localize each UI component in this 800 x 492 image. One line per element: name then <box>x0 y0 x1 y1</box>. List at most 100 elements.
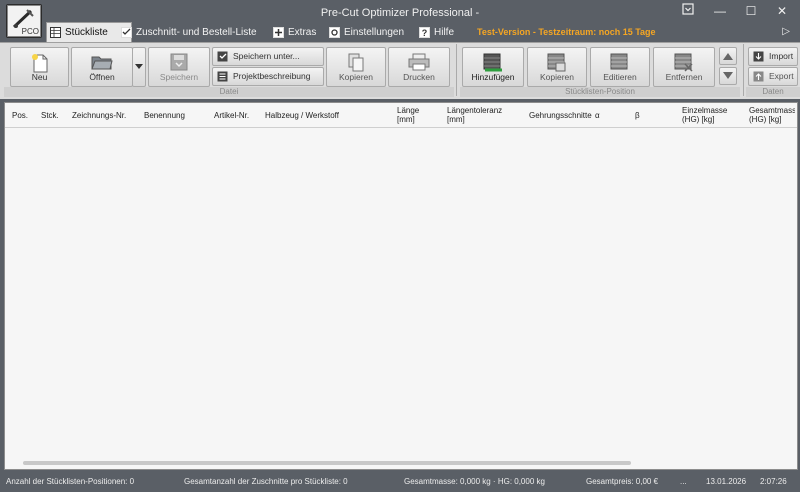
status-mass: Gesamtmasse: 0,000 kg · HG: 0,000 kg <box>404 477 545 486</box>
help-icon: ? <box>419 27 430 38</box>
folder-icon <box>91 56 113 70</box>
document-icon <box>217 71 228 82</box>
move-down-button[interactable] <box>719 67 737 85</box>
new-document-icon <box>31 54 47 73</box>
copy-row-icon <box>547 53 566 72</box>
print-label: Drucken <box>403 72 435 82</box>
dropdown-box-icon <box>682 3 694 15</box>
export-label: Export <box>769 71 794 81</box>
close-button[interactable]: ✕ <box>770 2 794 20</box>
edit-row-icon <box>610 53 628 70</box>
status-positions: Anzahl der Stücklisten-Positionen: 0 <box>6 477 135 486</box>
parts-list-table[interactable]: Pos. Stck. Zeichnungs-Nr. Benennung Arti… <box>4 102 798 470</box>
save-icon <box>170 53 188 71</box>
horizontal-scrollbar[interactable] <box>23 461 631 465</box>
column-header-einzelmasse[interactable]: Einzelmasse (HG) [kg] <box>682 106 744 124</box>
import-icon <box>753 51 764 62</box>
column-header-stck[interactable]: Stck. <box>41 111 59 120</box>
copy-list-label: Kopieren <box>338 72 374 82</box>
column-header-halbzeug-werkstoff[interactable]: Halbzeug / Werkstoff <box>265 111 339 120</box>
print-button[interactable]: Drucken <box>388 47 450 87</box>
save-as-button[interactable]: Speichern unter... <box>212 47 324 66</box>
ribbon-separator <box>456 44 457 96</box>
status-price: Gesamtpreis: 0,00 € <box>586 477 659 486</box>
app-logo-label: PCO <box>21 27 39 36</box>
remove-position-button[interactable]: Entfernen <box>653 47 715 87</box>
window-menu-button[interactable] <box>676 2 700 20</box>
export-icon <box>753 71 764 82</box>
status-time: 2:07:26 <box>760 477 787 486</box>
printer-icon <box>408 53 430 71</box>
checklist-icon <box>121 27 132 38</box>
export-button[interactable]: Export <box>748 67 798 86</box>
column-header-gehrungsschnitte[interactable]: Gehrungsschnitte <box>529 111 592 120</box>
column-header-artikel-nr[interactable]: Artikel-Nr. <box>214 111 249 120</box>
tab-label: Einstellungen <box>344 27 405 38</box>
copy-position-button[interactable]: Kopieren <box>527 47 587 87</box>
tab-einstellungen[interactable]: Einstellungen <box>326 23 404 42</box>
status-date: 13.01.2026 <box>706 477 747 486</box>
chevron-down-icon <box>135 64 143 69</box>
status-bar: Anzahl der Stücklisten-Positionen: 0 Ges… <box>0 472 800 492</box>
save-as-label: Speichern unter... <box>233 51 300 61</box>
column-header-beta[interactable]: β <box>635 111 640 120</box>
column-header-pos[interactable]: Pos. <box>12 111 28 120</box>
add-row-icon <box>483 53 502 72</box>
open-dropdown-button[interactable] <box>132 47 146 87</box>
maximize-button[interactable]: ☐ <box>739 2 763 20</box>
table-header: Pos. Stck. Zeichnungs-Nr. Benennung Arti… <box>5 103 797 128</box>
edit-position-button[interactable]: Editieren <box>590 47 650 87</box>
open-label: Öffnen <box>89 72 115 82</box>
app-logo[interactable]: PCO <box>6 4 42 38</box>
import-label: Import <box>769 51 794 61</box>
remove-position-label: Entfernen <box>665 72 703 82</box>
edit-position-label: Editieren <box>603 72 637 82</box>
import-button[interactable]: Import <box>748 47 798 66</box>
tab-label: Stückliste <box>65 27 108 38</box>
column-header-zeichnungs-nr[interactable]: Zeichnungs-Nr. <box>72 111 126 120</box>
column-header-benennung[interactable]: Benennung <box>144 111 185 120</box>
settings-icon <box>329 27 340 38</box>
status-cuts: Gesamtanzahl der Zuschnitte pro Stücklis… <box>184 477 348 486</box>
svg-text:?: ? <box>422 28 428 38</box>
save-as-icon <box>217 51 228 62</box>
tab-zuschnitt-bestell-liste[interactable]: Zuschnitt- und Bestell-Liste <box>118 23 257 42</box>
column-header-alpha[interactable]: α <box>595 111 600 120</box>
copy-position-label: Kopieren <box>539 72 575 82</box>
project-description-button[interactable]: Projektbeschreibung <box>212 67 324 86</box>
save-button[interactable]: Speichern <box>148 47 210 87</box>
main-tabs: Stückliste Zuschnitt- und Bestell-Liste … <box>44 22 800 43</box>
plus-icon <box>273 27 284 38</box>
ribbon-separator <box>743 44 744 96</box>
tab-label: Hilfe <box>434 27 455 38</box>
tab-label: Zuschnitt- und Bestell-Liste <box>136 27 257 38</box>
title-bar: Pre-Cut Optimizer Professional - — ☐ ✕ <box>0 0 800 22</box>
group-label-datei: Datei <box>4 87 454 97</box>
trial-notice: Test-Version - Testzeitraum: noch 15 Tag… <box>477 27 656 37</box>
tab-extras[interactable]: Extras <box>270 23 316 42</box>
new-button[interactable]: Neu <box>10 47 69 87</box>
triangle-down-icon <box>723 72 733 79</box>
add-position-button[interactable]: Hinzufügen <box>462 47 524 87</box>
triangle-up-icon <box>723 53 733 60</box>
add-position-label: Hinzufügen <box>471 72 515 82</box>
column-header-laenge[interactable]: Länge [mm] <box>397 106 435 124</box>
group-label-position: Stücklisten-Position <box>460 87 740 97</box>
column-header-gesamtmasse[interactable]: Gesamtmasse (HG) [kg] <box>749 106 795 124</box>
tab-label: Extras <box>288 27 317 38</box>
tab-hilfe[interactable]: ? Hilfe <box>416 23 454 42</box>
column-header-laengentoleranz[interactable]: Längentoleranz [mm] <box>447 106 519 124</box>
group-label-daten: Daten <box>746 87 800 97</box>
save-label: Speichern <box>159 72 199 82</box>
new-label: Neu <box>31 72 48 82</box>
remove-row-icon <box>674 53 693 72</box>
status-ellipsis: ... <box>680 477 687 486</box>
minimize-button[interactable]: — <box>708 2 732 20</box>
play-icon[interactable]: ▷ <box>782 26 790 37</box>
table-icon <box>50 27 61 38</box>
move-up-button[interactable] <box>719 47 737 65</box>
open-button[interactable]: Öffnen <box>71 47 133 87</box>
copy-icon <box>348 53 364 72</box>
project-description-label: Projektbeschreibung <box>233 71 311 81</box>
copy-list-button[interactable]: Kopieren <box>326 47 386 87</box>
